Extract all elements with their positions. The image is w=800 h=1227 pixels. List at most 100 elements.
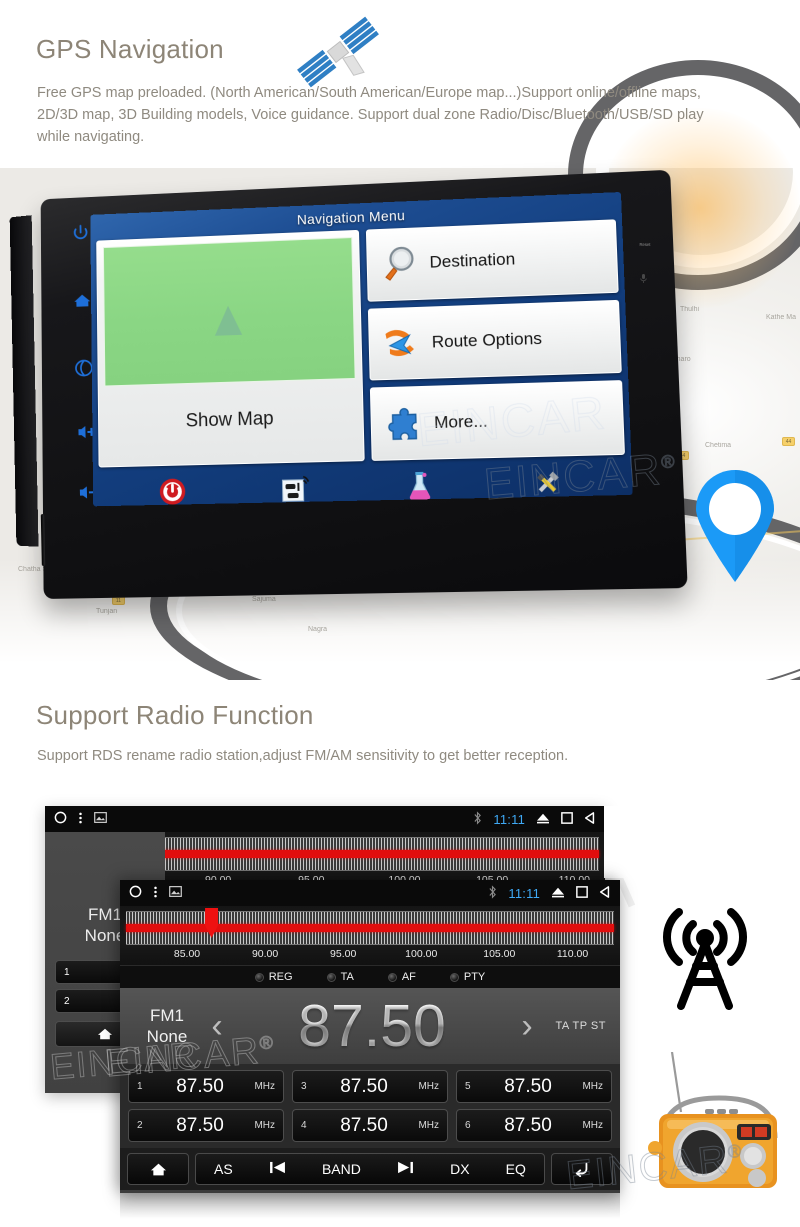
overflow-menu-icon[interactable] <box>153 885 158 902</box>
scale-tick: 90.00 <box>251 948 279 960</box>
radio-section-title: Support Radio Function <box>36 700 314 730</box>
next-track-icon[interactable] <box>397 1161 414 1177</box>
map-label: Tunjan <box>96 608 118 615</box>
preset-number: 1 <box>137 1081 143 1092</box>
band-button[interactable]: BAND <box>322 1161 361 1177</box>
rds-af-toggle[interactable]: AF <box>387 971 416 983</box>
retro-radio-icon <box>645 1051 797 1202</box>
location-pin-icon <box>692 468 778 584</box>
destination-label: Destination <box>429 249 516 272</box>
radio-bottom-toolbar: AS BAND DX EQ <box>120 1148 620 1190</box>
chevron-right-icon[interactable]: › <box>510 1007 544 1046</box>
map-label: Chetima <box>705 442 732 449</box>
preset-button[interactable]: 4 87.50 MHz <box>292 1109 448 1142</box>
rds-pty-toggle[interactable]: PTY <box>449 971 486 983</box>
dx-button[interactable]: DX <box>450 1161 469 1177</box>
circle-home-icon[interactable] <box>54 811 67 827</box>
preset-number: 2 <box>137 1120 143 1131</box>
preset-unit: MHz <box>254 1120 275 1131</box>
scale-tick: 105.00 <box>483 948 516 960</box>
status-time: 11:11 <box>508 885 540 901</box>
preset-frequency: 87.50 <box>340 1075 388 1097</box>
chevron-left-icon[interactable]: ‹ <box>200 1007 234 1046</box>
preset-number: 5 <box>465 1081 471 1092</box>
rds-ta-toggle[interactable]: TA <box>326 971 354 983</box>
radio-section-description: Support RDS rename radio station,adjust … <box>37 748 569 764</box>
car-stereo-unit: Reset Navigation Menu Show Map Destinati… <box>9 169 688 599</box>
preset-unit: MHz <box>582 1120 603 1131</box>
triangle-up-icon[interactable] <box>551 886 565 901</box>
as-button[interactable]: AS <box>214 1161 233 1177</box>
triangle-up-icon[interactable] <box>536 812 550 827</box>
triangle-back-icon[interactable] <box>584 811 596 827</box>
product-detail-page: Chatha Sekhwan Kahoi Kheri Tunjan Gagarp… <box>0 0 800 1227</box>
radio-controls-group: AS BAND DX EQ <box>195 1153 545 1185</box>
scale-tick: 110.00 <box>556 948 589 960</box>
map-label: Sajuma <box>252 596 276 603</box>
band-display: FM1 None <box>134 1005 200 1047</box>
traffic-info-icon[interactable] <box>280 474 310 505</box>
preset-frequency: 87.50 <box>504 1075 552 1097</box>
rds-label: AF <box>401 971 416 983</box>
power-icon[interactable] <box>158 476 188 506</box>
image-icon[interactable] <box>94 812 107 826</box>
reset-label: Reset <box>639 241 651 248</box>
tuner-scale[interactable]: 85.00 90.00 95.00 100.00 105.00 110.00 <box>120 906 620 965</box>
show-map-panel[interactable]: Show Map <box>96 229 365 468</box>
square-icon[interactable] <box>561 811 573 827</box>
flask-icon[interactable] <box>404 471 435 502</box>
image-icon[interactable] <box>169 886 182 900</box>
more-label: More... <box>433 411 489 432</box>
map-label: Kathe Ma <box>766 314 796 321</box>
led-indicator <box>326 972 336 982</box>
tools-icon[interactable] <box>531 468 563 499</box>
preset-button[interactable]: 2 87.50 MHz <box>128 1109 284 1142</box>
preset-frequency: 87.50 <box>176 1114 224 1136</box>
preset-button[interactable]: 1 87.50 MHz <box>128 1070 284 1103</box>
tuner-needle[interactable] <box>205 908 219 938</box>
navigation-menu-screen: Navigation Menu Show Map Destination Rou… <box>90 192 633 507</box>
more-button[interactable]: More... <box>369 380 625 461</box>
map-label: Nagra <box>308 626 328 633</box>
tuner-scale-labels: 85.00 90.00 95.00 100.00 105.00 110.00 <box>126 945 614 963</box>
rds-label: REG <box>268 971 293 983</box>
destination-button[interactable]: Destination <box>365 219 619 302</box>
bluetooth-icon <box>473 810 482 828</box>
preset-number: 4 <box>301 1120 307 1131</box>
overflow-menu-icon[interactable] <box>78 811 83 828</box>
square-icon[interactable] <box>576 885 588 901</box>
route-options-label: Route Options <box>431 328 543 352</box>
preset-unit: MHz <box>418 1081 439 1092</box>
gps-section-title: GPS Navigation <box>36 34 224 64</box>
show-map-label: Show Map <box>185 407 274 432</box>
tuner-red-bar <box>126 924 614 932</box>
preset-button[interactable]: 6 87.50 MHz <box>456 1109 612 1142</box>
gps-section-description: Free GPS map preloaded. (North American/… <box>37 85 704 145</box>
map-label: Thulhi <box>680 306 700 313</box>
led-indicator <box>449 972 459 982</box>
circle-home-icon[interactable] <box>129 885 142 901</box>
gps-navigation-section: Chatha Sekhwan Kahoi Kheri Tunjan Gagarp… <box>0 0 800 680</box>
route-options-button[interactable]: Route Options <box>367 299 622 381</box>
radio-screen-front: 11:11 85.00 90.00 95.00 100.00 105.00 11… <box>120 880 620 1193</box>
home-button[interactable] <box>127 1153 189 1185</box>
return-arrow-icon[interactable] <box>551 1153 613 1185</box>
scale-tick: 100.00 <box>405 948 438 960</box>
preset-button[interactable]: 5 87.50 MHz <box>456 1070 612 1103</box>
bluetooth-icon <box>488 884 497 902</box>
eq-button[interactable]: EQ <box>506 1161 526 1177</box>
rds-label: TA <box>340 971 354 983</box>
triangle-back-icon[interactable] <box>599 885 611 901</box>
puzzle-piece-icon <box>383 403 424 444</box>
preset-frequency: 87.50 <box>340 1114 388 1136</box>
rds-label: PTY <box>463 971 486 983</box>
stereo-touchscreen[interactable]: Navigation Menu Show Map Destination Rou… <box>90 192 633 507</box>
preset-button[interactable]: 3 87.50 MHz <box>292 1070 448 1103</box>
preset-frequency: 87.50 <box>504 1114 552 1136</box>
map-preview[interactable] <box>102 237 356 387</box>
rds-indicator-row: REG TA AF PTY <box>120 965 620 988</box>
map-shield: 44 <box>782 437 795 446</box>
frequency-display-row: FM1 None ‹ 87.50 › TA TP ST <box>120 988 620 1064</box>
prev-track-icon[interactable] <box>269 1161 286 1177</box>
rds-reg-toggle[interactable]: REG <box>254 971 293 983</box>
